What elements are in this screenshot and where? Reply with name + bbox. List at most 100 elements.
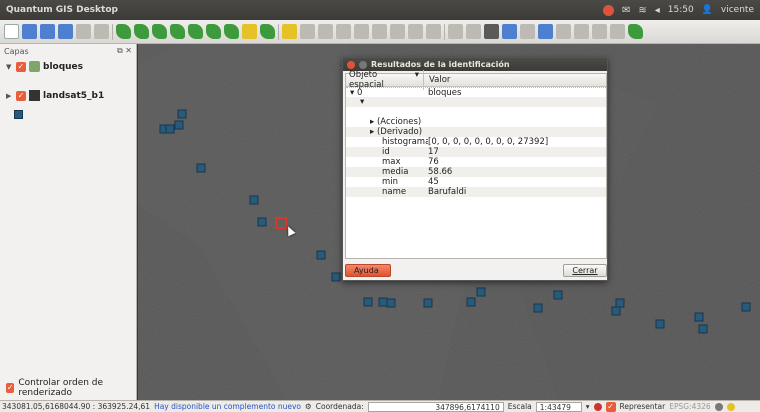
identify-icon[interactable] bbox=[484, 24, 499, 39]
redo-icon[interactable] bbox=[466, 24, 481, 39]
add-raster-layer-icon[interactable] bbox=[134, 24, 149, 39]
volume-icon[interactable]: ◂ bbox=[655, 5, 660, 16]
map-feature[interactable] bbox=[423, 298, 433, 308]
crs-icon[interactable] bbox=[714, 402, 723, 411]
scale-field[interactable]: 1:43479 bbox=[535, 401, 582, 412]
map-feature[interactable] bbox=[386, 298, 396, 308]
select-features-icon[interactable] bbox=[502, 24, 517, 39]
crs-indicator[interactable]: EPSG:4326 bbox=[669, 402, 710, 411]
map-feature[interactable] bbox=[615, 298, 625, 308]
node-tool-icon[interactable] bbox=[354, 24, 369, 39]
help-button[interactable]: Ayuda bbox=[345, 264, 391, 277]
map-feature[interactable] bbox=[466, 297, 476, 307]
expand-arrow-icon[interactable]: ▾ bbox=[350, 88, 357, 98]
edit-pencil-icon[interactable] bbox=[282, 24, 297, 39]
network-icon[interactable]: ≋ bbox=[638, 5, 646, 16]
close-button[interactable]: Cerrar bbox=[563, 264, 607, 277]
power-icon[interactable] bbox=[602, 4, 614, 16]
move-feature-icon[interactable] bbox=[336, 24, 351, 39]
coordinate-field[interactable]: 347896,6174110 bbox=[367, 401, 504, 412]
attribute-row-name[interactable]: name Barufaldi bbox=[346, 187, 606, 197]
new-shapefile-icon[interactable] bbox=[260, 24, 275, 39]
tree-row-feature[interactable]: ▾ 0 bloques bbox=[346, 87, 606, 98]
bookmarks-icon[interactable] bbox=[592, 24, 607, 39]
copy-features-icon[interactable] bbox=[408, 24, 423, 39]
plugin-icon[interactable]: ⚙ bbox=[305, 402, 312, 411]
save-as-icon[interactable] bbox=[58, 24, 73, 39]
map-tips-icon[interactable] bbox=[574, 24, 589, 39]
save-project-icon[interactable] bbox=[40, 24, 55, 39]
map-feature[interactable] bbox=[698, 324, 708, 334]
add-wfs-layer-icon[interactable] bbox=[242, 24, 257, 39]
render-order-control[interactable]: Controlar orden de renderizado bbox=[6, 378, 136, 398]
map-feature[interactable] bbox=[741, 302, 751, 312]
render-order-checkbox[interactable] bbox=[6, 383, 15, 393]
measure-icon[interactable] bbox=[556, 24, 571, 39]
minimize-window-icon[interactable] bbox=[359, 60, 367, 69]
open-project-icon[interactable] bbox=[22, 24, 37, 39]
undo-icon[interactable] bbox=[448, 24, 463, 39]
map-feature[interactable] bbox=[378, 297, 388, 307]
close-window-icon[interactable] bbox=[347, 60, 355, 69]
tree-row-derivado[interactable]: ▸ (Derivado) bbox=[346, 127, 606, 137]
add-feature-icon[interactable] bbox=[318, 24, 333, 39]
attribute-table-icon[interactable] bbox=[538, 24, 553, 39]
map-feature[interactable] bbox=[611, 306, 621, 316]
panel-float-close-icon[interactable]: ⧉ ✕ bbox=[117, 46, 132, 56]
messages-icon[interactable] bbox=[726, 402, 735, 411]
scale-dropdown-icon[interactable]: ▾ bbox=[586, 402, 590, 411]
delete-selected-icon[interactable] bbox=[372, 24, 387, 39]
user-name[interactable]: vicente bbox=[721, 5, 754, 15]
text-annotation-icon[interactable] bbox=[610, 24, 625, 39]
user-icon[interactable]: 👤 bbox=[702, 5, 713, 15]
python-console-icon[interactable] bbox=[628, 24, 643, 39]
map-feature[interactable] bbox=[533, 303, 543, 313]
attribute-row-min[interactable]: min 45 bbox=[346, 177, 606, 187]
add-wcs-layer-icon[interactable] bbox=[224, 24, 239, 39]
render-checkbox[interactable] bbox=[605, 401, 616, 412]
attribute-row-histograma[interactable]: histograma [0, 0, 0, 0, 0, 0, 0, 0, 2739… bbox=[346, 137, 606, 147]
deselect-icon[interactable] bbox=[520, 24, 535, 39]
print-icon[interactable] bbox=[94, 24, 109, 39]
map-feature[interactable] bbox=[553, 290, 563, 300]
attribute-row-media[interactable]: media 58.66 bbox=[346, 167, 606, 177]
map-feature[interactable] bbox=[655, 319, 665, 329]
print-composer-icon[interactable] bbox=[76, 24, 91, 39]
add-vector-layer-icon[interactable] bbox=[116, 24, 131, 39]
map-feature[interactable] bbox=[257, 217, 267, 227]
attribute-row-max[interactable]: max 76 bbox=[346, 157, 606, 167]
add-wms-layer-icon[interactable] bbox=[206, 24, 221, 39]
map-feature[interactable] bbox=[196, 163, 206, 173]
clock[interactable]: 15:50 bbox=[668, 5, 694, 15]
expand-arrow-icon[interactable]: ▾ bbox=[346, 97, 428, 107]
add-spatialite-layer-icon[interactable] bbox=[170, 24, 185, 39]
expand-arrow-icon[interactable]: ▼ bbox=[6, 63, 13, 71]
attribute-row-id[interactable]: id 17 bbox=[346, 147, 606, 157]
map-feature[interactable] bbox=[174, 120, 184, 130]
collapse-arrow-icon[interactable]: ▶ bbox=[6, 92, 13, 100]
add-postgis-layer-icon[interactable] bbox=[152, 24, 167, 39]
results-tree[interactable]: Objeto espacial ▾ Valor ▾ 0 bloques ▾ ▸ (… bbox=[345, 70, 607, 259]
map-feature[interactable] bbox=[249, 195, 259, 205]
layer-row-bloques[interactable]: ▼ bloques bbox=[0, 58, 136, 75]
tree-row[interactable] bbox=[346, 107, 606, 117]
tree-row-acciones[interactable]: ▸ (Acciones) bbox=[346, 117, 606, 127]
layer-visibility-checkbox[interactable] bbox=[16, 90, 26, 101]
column-header-value[interactable]: Valor bbox=[424, 75, 450, 85]
stop-render-icon[interactable] bbox=[593, 402, 602, 411]
map-feature[interactable] bbox=[476, 287, 486, 297]
add-mssql-layer-icon[interactable] bbox=[188, 24, 203, 39]
layer-row-landsat5[interactable]: ▶ landsat5_b1 bbox=[0, 87, 136, 104]
map-feature[interactable] bbox=[165, 124, 175, 134]
map-feature[interactable] bbox=[363, 297, 373, 307]
new-project-icon[interactable] bbox=[4, 24, 19, 39]
mail-icon[interactable]: ✉ bbox=[622, 5, 630, 16]
map-feature[interactable] bbox=[316, 250, 326, 260]
map-feature[interactable] bbox=[694, 312, 704, 322]
paste-features-icon[interactable] bbox=[426, 24, 441, 39]
expand-arrow-icon[interactable]: ▸ bbox=[370, 127, 377, 137]
save-edits-icon[interactable] bbox=[300, 24, 315, 39]
map-feature[interactable] bbox=[177, 109, 187, 119]
tree-row-expander[interactable]: ▾ bbox=[346, 97, 606, 107]
cut-features-icon[interactable] bbox=[390, 24, 405, 39]
